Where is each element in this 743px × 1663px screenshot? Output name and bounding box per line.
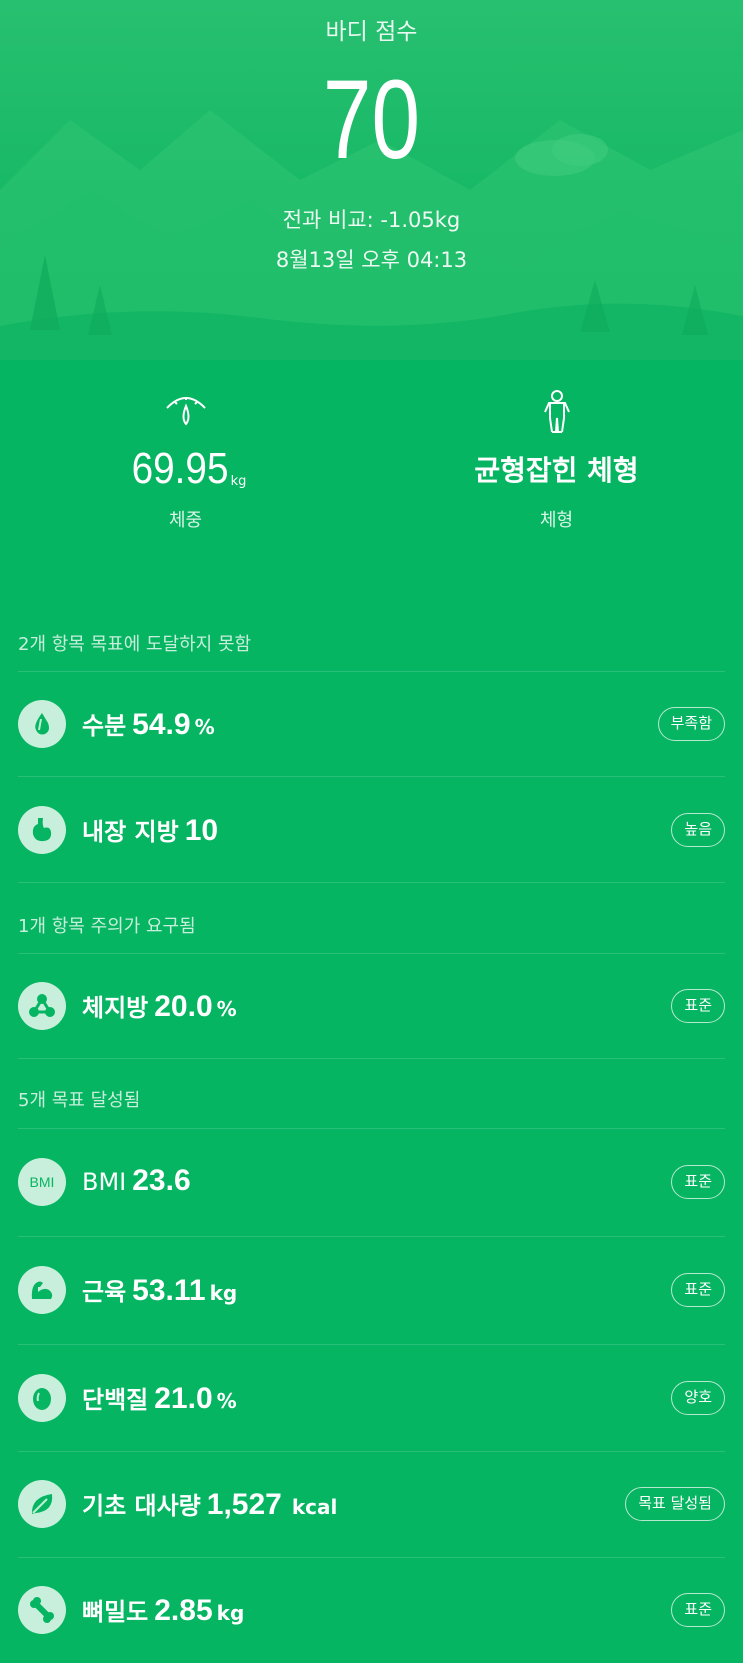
body-score-header: 바디 점수 70 전과 비교: -1.05kg 8월13일 오후 04:13	[0, 0, 743, 360]
metric-value: 53.11	[132, 1274, 206, 1307]
divider	[18, 776, 725, 777]
metric-name: 수분	[82, 712, 127, 740]
bmi-icon-text: BMI	[29, 1174, 55, 1190]
metric-value: 2.85	[154, 1594, 213, 1627]
metric-row-muscle[interactable]: 근육 53.11 kg 표준	[0, 1238, 743, 1342]
weight-unit: kg	[230, 474, 247, 489]
egg-icon	[18, 1374, 66, 1422]
metric-unit: kcal	[291, 1495, 338, 1519]
metric-label: 체지방 20.0%	[82, 988, 237, 1024]
body-type-value: 균형잡힌 체형	[474, 454, 639, 487]
muscle-arm-icon	[18, 1266, 66, 1314]
metric-name: 체지방	[82, 994, 149, 1022]
measurement-datetime: 8월13일 오후 04:13	[275, 248, 468, 272]
metric-value: 23.6	[132, 1164, 191, 1197]
body-figure-icon	[543, 390, 570, 433]
metric-name: BMI	[82, 1168, 127, 1196]
divider	[18, 1058, 725, 1059]
weight-stat[interactable]: 69.95 kg 체중	[0, 388, 371, 532]
comparison-text: 전과 비교: -1.05kg	[282, 208, 461, 232]
water-drop-icon	[18, 700, 66, 748]
status-badge: 표준	[671, 1593, 725, 1627]
status-badge: 표준	[671, 1273, 725, 1307]
body-type-stat[interactable]: 균형잡힌 체형 체형	[371, 388, 742, 532]
metric-row-water[interactable]: 수분 54.9% 부족함	[0, 672, 743, 776]
metric-row-protein[interactable]: 단백질 21.0% 양호	[0, 1346, 743, 1450]
metric-name: 내장 지방	[82, 818, 179, 846]
metric-label: 뼈밀도 2.85 kg	[82, 1592, 244, 1628]
metric-name: 기초 대사량	[82, 1492, 201, 1520]
scale-icon	[165, 397, 206, 426]
molecule-icon	[18, 982, 66, 1030]
leaf-icon	[18, 1480, 66, 1528]
metric-row-bone-density[interactable]: 뼈밀도 2.85 kg 표준	[0, 1558, 743, 1662]
metric-unit: %	[194, 715, 215, 739]
metric-name: 근육	[82, 1278, 127, 1306]
section-unmet-label: 2개 항목 목표에 도달하지 못함	[18, 634, 252, 655]
metric-unit: %	[216, 1389, 237, 1413]
metric-row-visceral-fat[interactable]: 내장 지방 10 높음	[0, 778, 743, 882]
metric-value: 54.9	[132, 708, 191, 741]
body-type-caption: 체형	[539, 510, 574, 531]
divider	[18, 1344, 725, 1345]
metric-value: 10	[184, 814, 219, 847]
metric-row-body-fat[interactable]: 체지방 20.0% 표준	[0, 954, 743, 1058]
metric-unit: kg	[216, 1601, 245, 1625]
divider	[18, 1236, 725, 1237]
metric-label: 근육 53.11 kg	[82, 1272, 237, 1308]
metric-value: 20.0	[154, 990, 213, 1023]
status-badge: 표준	[671, 1165, 725, 1199]
divider	[18, 1128, 725, 1129]
metric-unit: kg	[209, 1281, 238, 1305]
metric-value: 1,527	[206, 1488, 282, 1521]
status-badge: 높음	[671, 813, 725, 847]
section-attention-label: 1개 항목 주의가 요구됨	[18, 916, 196, 937]
metric-label: BMI 23.6	[82, 1164, 195, 1198]
section-achieved-label: 5개 목표 달성됨	[18, 1090, 141, 1111]
body-score-value: 70	[322, 57, 421, 182]
bone-icon	[18, 1586, 66, 1634]
metric-label: 기초 대사량 1,527 kcal	[82, 1486, 337, 1522]
status-badge: 목표 달성됨	[625, 1487, 725, 1521]
status-badge: 양호	[671, 1381, 725, 1415]
status-badge: 표준	[671, 989, 725, 1023]
metric-row-bmi[interactable]: BMI BMI 23.6 표준	[0, 1130, 743, 1234]
divider	[18, 882, 725, 883]
metric-label: 수분 54.9%	[82, 706, 215, 742]
metric-row-bmr[interactable]: 기초 대사량 1,527 kcal 목표 달성됨	[0, 1452, 743, 1556]
page-title: 바디 점수	[325, 19, 418, 45]
metric-label: 내장 지방 10	[82, 812, 222, 848]
bmi-icon: BMI	[18, 1158, 66, 1206]
stomach-icon	[18, 806, 66, 854]
status-badge: 부족함	[657, 707, 725, 741]
metric-name: 단백질	[82, 1386, 149, 1414]
metric-name: 뼈밀도	[82, 1598, 149, 1626]
metric-unit: %	[216, 997, 237, 1021]
weight-value: 69.95	[131, 444, 229, 493]
metric-label: 단백질 21.0%	[82, 1380, 237, 1416]
metric-value: 21.0	[154, 1382, 213, 1415]
weight-caption: 체중	[168, 510, 203, 531]
